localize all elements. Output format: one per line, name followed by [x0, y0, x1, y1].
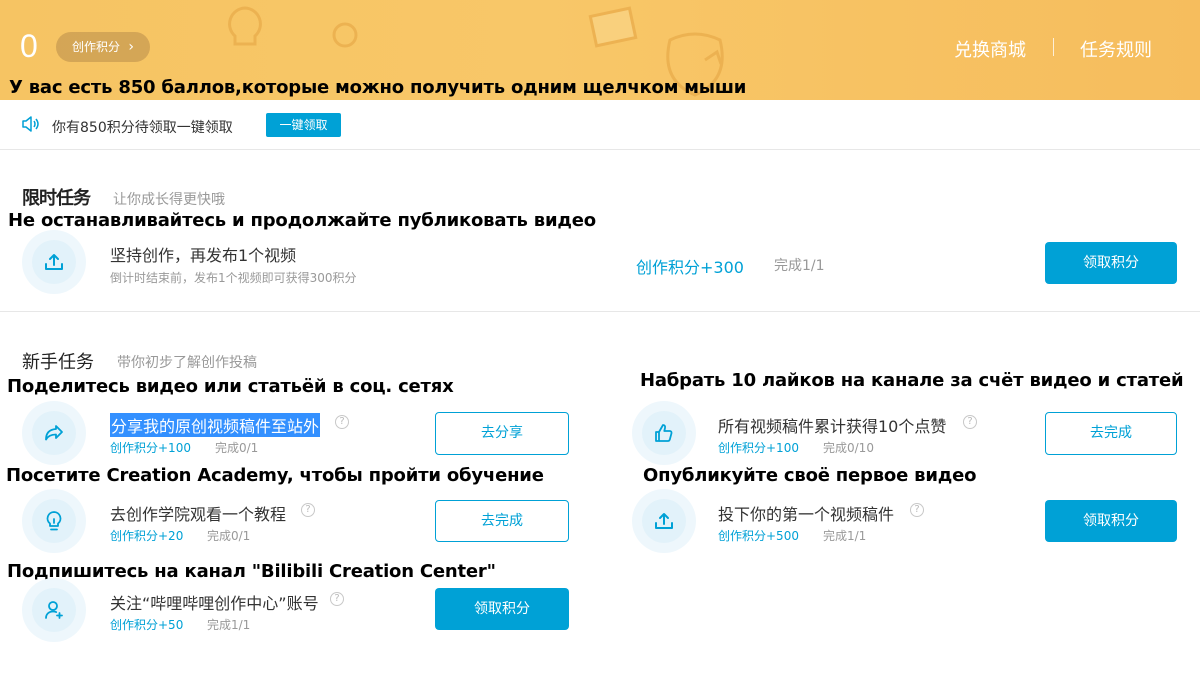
add-user-icon: [45, 601, 63, 619]
task-title: 分享我的原创视频稿件至站外: [110, 413, 321, 437]
chevron-right-icon: ›: [128, 39, 134, 55]
divider: [0, 149, 1200, 150]
task-title: 去创作学院观看一个教程: [110, 505, 287, 524]
header-divider: [1053, 38, 1054, 56]
caption-academy: Посетите Creation Academy, чтобы пройти …: [6, 465, 544, 486]
go-share-button[interactable]: 去分享: [435, 412, 569, 455]
help-icon[interactable]: ?: [335, 415, 349, 429]
task-title: 所有视频稿件累计获得10个点赞: [718, 417, 947, 436]
task-icon-badge: [632, 401, 696, 465]
decoration-box-icon: [588, 6, 638, 48]
task-description: 倒计时结束前，发布1个视频即可获得300积分: [110, 271, 357, 285]
go-complete-button[interactable]: 去完成: [435, 500, 569, 542]
claim-all-button[interactable]: 一键领取: [266, 113, 341, 137]
task-icon-badge: [22, 578, 86, 642]
thumbs-up-icon: [655, 424, 673, 442]
task-points: 创作积分+500: [718, 529, 799, 543]
caption-share: Поделитесь видео или статьёй в соц. сетя…: [7, 376, 454, 397]
task-title: 坚持创作，再发布1个视频: [110, 246, 297, 265]
creation-points-link[interactable]: 创作积分 ›: [56, 32, 150, 62]
limited-task-title: 限时任务: [22, 188, 91, 209]
claim-points-button[interactable]: 领取积分: [435, 588, 569, 630]
claim-points-button[interactable]: 领取积分: [1045, 500, 1177, 542]
exchange-mall-link[interactable]: 兑换商城: [954, 36, 1026, 62]
divider: [0, 311, 1200, 312]
help-icon[interactable]: ?: [910, 503, 924, 517]
task-progress: 完成0/1: [215, 441, 259, 455]
creation-points-label: 创作积分: [72, 40, 121, 54]
task-progress: 完成0/10: [823, 441, 874, 455]
share-icon: [45, 425, 63, 441]
task-icon-badge: [22, 230, 86, 294]
task-title: 投下你的第一个视频稿件: [718, 505, 895, 524]
lightbulb-icon: [46, 511, 62, 531]
task-points: 创作积分+100: [718, 441, 799, 455]
newbie-task-title: 新手任务: [22, 352, 94, 373]
upload-icon: [45, 254, 63, 270]
task-points: 创作积分+100: [110, 441, 191, 455]
task-title: 关注“哔哩哔哩创作中心”账号: [110, 594, 319, 613]
help-icon[interactable]: ?: [963, 415, 977, 429]
task-points: 创作积分+50: [110, 618, 184, 632]
limited-task-subtitle: 让你成长得更快哦: [113, 192, 225, 208]
caption-header: У вас есть 850 баллов,которые можно полу…: [9, 77, 747, 98]
speaker-icon: [22, 116, 39, 132]
points-total: 0: [20, 28, 38, 64]
task-icon-badge: [22, 489, 86, 553]
upload-icon: [655, 513, 673, 529]
task-points: 创作积分+300: [636, 258, 744, 277]
pending-points-notice: 你有850积分待领取一键领取: [52, 120, 233, 136]
decoration-coin-icon: [332, 22, 358, 48]
task-progress: 完成0/1: [207, 529, 251, 543]
task-rules-link[interactable]: 任务规则: [1080, 36, 1152, 62]
task-progress: 完成1/1: [823, 529, 867, 543]
help-icon[interactable]: ?: [330, 592, 344, 606]
task-icon-badge: [632, 489, 696, 553]
caption-likes: Набрать 10 лайков на канале за счёт виде…: [640, 370, 1184, 391]
task-points: 创作积分+20: [110, 529, 184, 543]
newbie-task-subtitle: 带你初步了解创作投稿: [117, 355, 257, 371]
task-progress: 完成1/1: [207, 618, 251, 632]
decoration-lightbulb-icon: [228, 6, 262, 46]
task-progress: 完成1/1: [774, 258, 825, 274]
go-complete-button[interactable]: 去完成: [1045, 412, 1177, 455]
caption-subscribe: Подпишитесь на канал "Bilibili Creation …: [7, 561, 496, 582]
caption-first-video: Опубликуйте своё первое видео: [643, 465, 977, 486]
help-icon[interactable]: ?: [301, 503, 315, 517]
claim-points-button[interactable]: 领取积分: [1045, 242, 1177, 284]
task-icon-badge: [22, 401, 86, 465]
caption-limited: Не останавливайтесь и продолжайте публик…: [8, 210, 596, 231]
